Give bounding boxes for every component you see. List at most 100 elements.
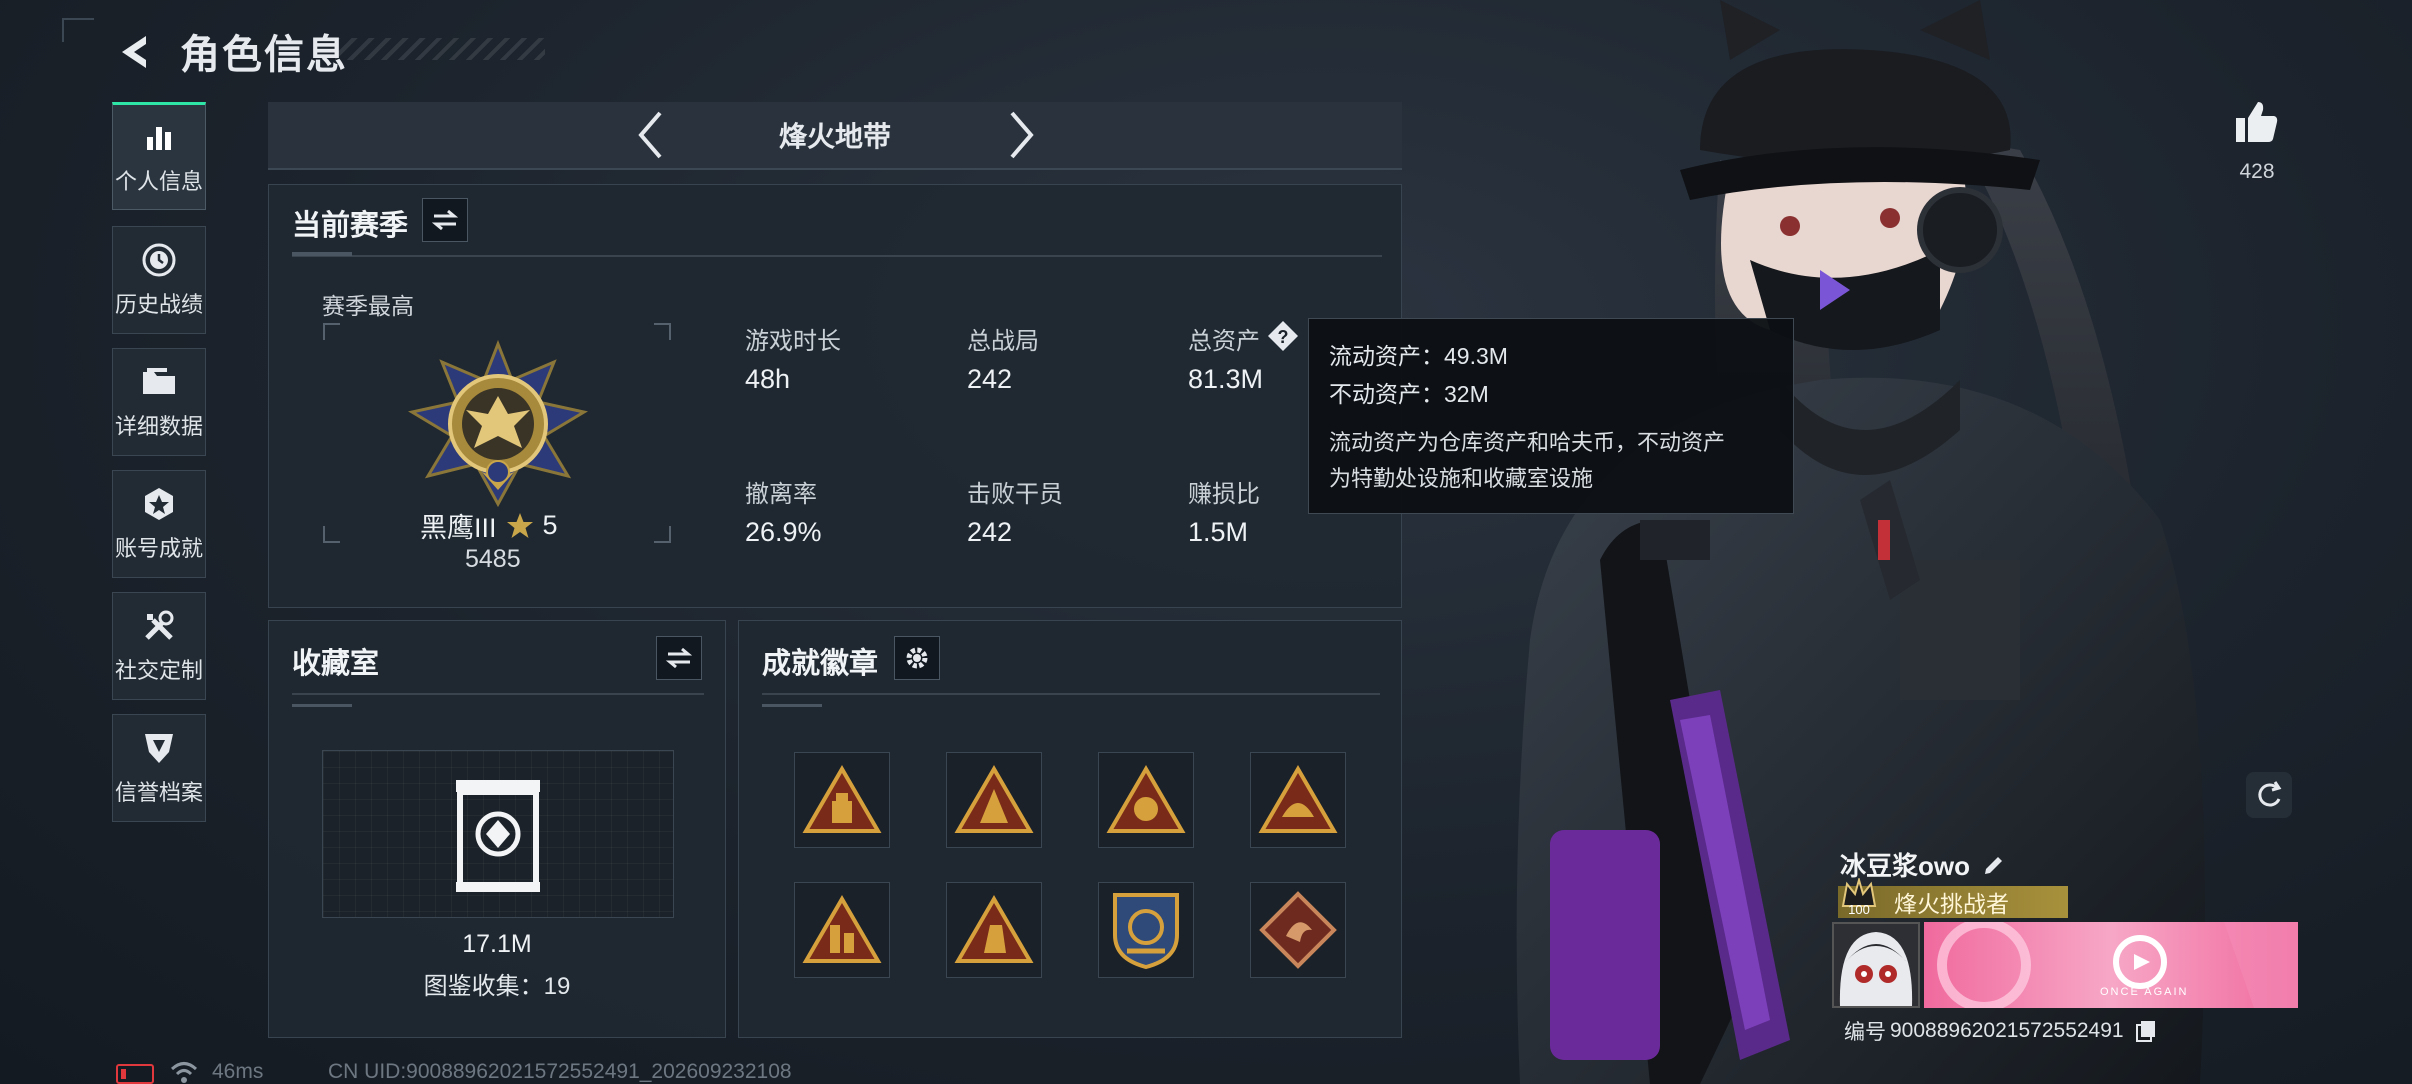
tools-icon <box>140 607 178 645</box>
swap-icon <box>431 209 459 231</box>
rotate-icon <box>2258 781 2282 807</box>
stat-label-extract-rate: 撤离率 <box>745 481 817 508</box>
triangle-badge-icon <box>954 895 1034 963</box>
triangle-badge-icon <box>1258 765 1338 833</box>
avatar-image <box>1839 932 1913 1006</box>
stat-label-kills: 击败干员 <box>967 481 1063 508</box>
stat-label-profit-ratio: 赚损比 <box>1188 481 1260 508</box>
achievement-badge-5[interactable] <box>794 882 890 978</box>
battery-icon <box>116 1064 154 1084</box>
chevron-right-icon <box>1010 111 1034 159</box>
wifi-icon <box>170 1060 198 1084</box>
mode-name: 烽火地带 <box>778 121 891 152</box>
season-switch-button[interactable] <box>422 198 468 242</box>
sidebar-item-label: 账号成就 <box>114 536 203 561</box>
achievement-badge-7[interactable] <box>1098 882 1194 978</box>
like-count: 428 <box>2239 160 2275 183</box>
sidebar-item-achievements[interactable]: 账号成就 <box>112 470 206 578</box>
title-decoration <box>335 38 545 60</box>
triangle-badge-icon <box>1106 765 1186 833</box>
achievement-badge-3[interactable] <box>1098 752 1194 848</box>
rank-info: 黑鹰III 5 <box>420 506 558 545</box>
divider <box>292 693 704 695</box>
player-title-tag: 100 烽火挑战者 <box>1838 878 2068 918</box>
collection-catalog: 图鉴收集：19 <box>423 973 571 1000</box>
corner-decoration <box>62 18 94 42</box>
history-clock-icon <box>140 241 178 279</box>
page-title: 角色信息 <box>180 33 348 77</box>
achievement-badge-2[interactable] <box>946 752 1042 848</box>
edit-pencil-icon[interactable] <box>1982 853 2006 877</box>
rank-name: 黑鹰III <box>420 513 497 543</box>
tooltip-description-2: 为特勤处设施和收藏室设施 <box>1329 466 1594 491</box>
sidebar-item-history[interactable]: 历史战绩 <box>112 226 206 334</box>
triangle-badge-icon <box>802 895 882 963</box>
thumbs-up-icon <box>2236 102 2278 142</box>
banner-text: ONCE AGAIN <box>2100 986 2189 998</box>
achievement-badge-4[interactable] <box>1250 752 1346 848</box>
collection-switch-button[interactable] <box>656 636 702 680</box>
uid-text: CN UID:9008896202157255249​1_20260923210… <box>328 1060 792 1083</box>
triangle-badge-icon <box>954 765 1034 833</box>
assets-tooltip: 流动资产：49.3M 不动资产：32M 流动资产为仓库资产和哈夫币，不动资产 为… <box>1308 318 1794 514</box>
season-best-label: 赛季最高 <box>322 293 414 319</box>
svg-text:?: ? <box>1278 327 1289 347</box>
player-id-number: 9008896202157255249​1 <box>1890 1019 2124 1042</box>
player-title: 烽火挑战者 <box>1894 891 2009 917</box>
rotate-button[interactable] <box>2246 772 2292 818</box>
player-id-row: 编号 9008896202157255249​1 <box>1844 1016 2158 1046</box>
vault-icon <box>452 776 544 894</box>
triangle-badge-icon <box>802 765 882 833</box>
shield-badge-icon <box>1113 893 1179 970</box>
sidebar-item-label: 信誉档案 <box>114 780 203 805</box>
assets-help-button[interactable]: ? <box>1267 320 1299 352</box>
shield-icon <box>140 729 178 767</box>
tooltip-liquid-assets: 流动资产：49.3M <box>1329 343 1508 369</box>
sidebar-item-label: 社交定制 <box>114 658 203 683</box>
back-button[interactable] <box>112 28 160 76</box>
achievement-badge-6[interactable] <box>946 882 1042 978</box>
stat-value-kills: 242 <box>967 517 1013 547</box>
sidebar-item-personal-info[interactable]: 个人信息 <box>112 102 206 210</box>
stat-value-extract-rate: 26.9% <box>745 517 822 547</box>
diamond-badge-icon <box>1259 891 1337 969</box>
mode-next-button[interactable] <box>1000 105 1044 165</box>
achievements-settings-button[interactable] <box>894 636 940 680</box>
divider-accent <box>292 704 352 707</box>
copy-icon[interactable] <box>2134 1019 2158 1043</box>
chevron-left-icon <box>638 111 662 159</box>
stat-value-profit-ratio: 1.5M <box>1188 517 1249 547</box>
ping-value: 46ms <box>212 1060 264 1083</box>
sidebar-item-detail-data[interactable]: 详细数据 <box>112 348 206 456</box>
bar-chart-icon <box>140 118 178 156</box>
divider-accent <box>292 252 352 256</box>
help-icon: ? <box>1268 321 1298 351</box>
stat-label-assets: 总资产 <box>1188 328 1260 355</box>
achievement-badge-8[interactable] <box>1250 882 1346 978</box>
rank-score: 5485 <box>465 545 521 573</box>
collection-value: 17.1M <box>462 930 532 958</box>
star-icon <box>506 512 533 538</box>
rank-stars: 5 <box>542 510 558 540</box>
sidebar-item-social[interactable]: 社交定制 <box>112 592 206 700</box>
stat-value-assets: 81.3M <box>1188 364 1264 394</box>
achievement-icon <box>140 485 178 523</box>
mode-prev-button[interactable] <box>628 105 672 165</box>
tooltip-fixed-assets: 不动资产：32M <box>1329 381 1489 407</box>
sidebar-item-label: 历史战绩 <box>114 292 203 317</box>
divider <box>292 255 1382 257</box>
achievement-badge-1[interactable] <box>794 752 890 848</box>
swap-icon <box>665 647 693 669</box>
divider-accent <box>762 704 822 707</box>
divider <box>762 693 1380 695</box>
player-avatar[interactable] <box>1832 922 1920 1008</box>
level-badge-icon: 100 <box>1834 878 1884 918</box>
player-level: 100 <box>1848 902 1870 917</box>
sidebar-item-reputation[interactable]: 信誉档案 <box>112 714 206 822</box>
gear-icon <box>906 647 928 669</box>
folder-icon <box>140 363 178 401</box>
back-arrow-icon <box>122 36 146 68</box>
player-card-banner[interactable]: ONCE AGAIN <box>1924 922 2298 1008</box>
like-button[interactable] <box>2232 98 2280 146</box>
collection-title: 收藏室 <box>292 648 380 680</box>
